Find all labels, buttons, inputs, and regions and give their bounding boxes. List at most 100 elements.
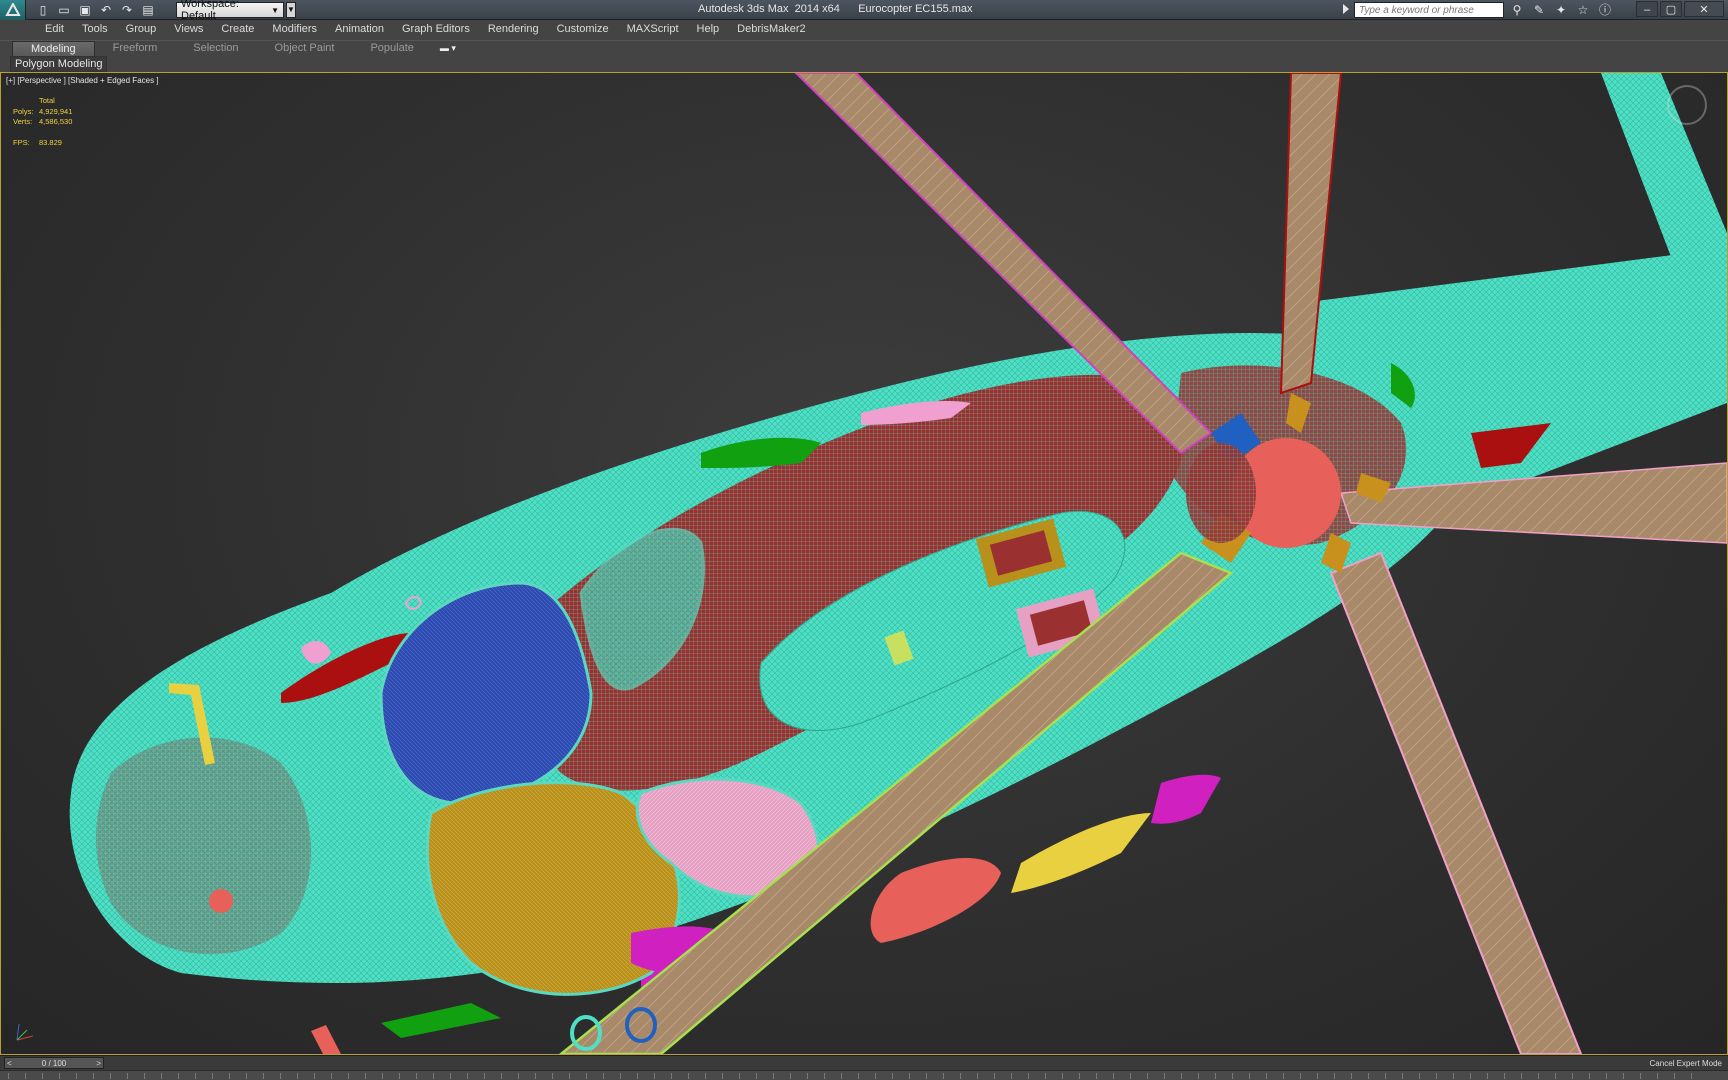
frame-tick — [1470, 1073, 1471, 1079]
menu-item-graph-editors[interactable]: Graph Editors — [393, 20, 479, 40]
tab-selection[interactable]: Selection — [175, 41, 256, 57]
menu-item-create[interactable]: Create — [212, 20, 263, 40]
frame-tick — [722, 1073, 723, 1079]
frame-tick — [110, 1073, 111, 1079]
menu-item-rendering[interactable]: Rendering — [479, 20, 548, 40]
frame-tick — [178, 1073, 179, 1079]
frame-tick — [1657, 1073, 1658, 1079]
frame-tick — [858, 1073, 859, 1079]
tab-freeform[interactable]: Freeform — [95, 41, 176, 57]
workspace-dropdown[interactable]: Workspace: Default ▼ — [176, 0, 284, 22]
time-slider-next-icon[interactable]: > — [96, 1059, 101, 1068]
frame-tick — [263, 1073, 264, 1079]
frame-tick — [637, 1073, 638, 1079]
tools-icon[interactable]: ✎ — [1530, 2, 1548, 18]
redo-icon[interactable]: ↷ — [118, 2, 136, 18]
viewport-label[interactable]: [+] [Perspective ] [Shaded + Edged Faces… — [6, 76, 159, 85]
menu-item-customize[interactable]: Customize — [548, 20, 618, 40]
menu-item-animation[interactable]: Animation — [326, 20, 393, 40]
frame-tick — [1011, 1073, 1012, 1079]
stats-polys-row: Polys: 4,929,941 — [13, 107, 72, 118]
frame-tick — [42, 1073, 43, 1079]
frame-tick — [76, 1073, 77, 1079]
frame-tick — [892, 1073, 893, 1079]
frame-tick — [1691, 1073, 1692, 1079]
time-slider-prev-icon[interactable]: < — [7, 1059, 12, 1068]
frame-tick — [1079, 1073, 1080, 1079]
frame-tick — [1028, 1073, 1029, 1079]
menu-item-debrismaker2[interactable]: DebrisMaker2 — [728, 20, 814, 40]
stats-verts-row: Verts: 4,586,530 — [13, 117, 72, 128]
stats-fps-label: FPS: — [13, 137, 30, 147]
stats-header: Total — [39, 96, 55, 105]
binoculars-icon[interactable]: ⚲ — [1508, 2, 1526, 18]
star-icon[interactable]: ✦ — [1552, 2, 1570, 18]
frame-tick — [246, 1073, 247, 1079]
frame-tick — [569, 1073, 570, 1079]
frame-tick — [1334, 1073, 1335, 1079]
frame-tick — [977, 1073, 978, 1079]
menu-item-help[interactable]: Help — [688, 20, 729, 40]
tab-object-paint[interactable]: Object Paint — [257, 41, 353, 57]
menu-item-maxscript[interactable]: MAXScript — [618, 20, 688, 40]
polygon-modeling-panel[interactable]: Polygon Modeling — [10, 56, 108, 72]
frame-tick — [790, 1073, 791, 1079]
ribbon: Modeling Freeform Selection Object Paint Pop… — [0, 40, 1728, 72]
maximize-button[interactable]: ▢ — [1660, 1, 1682, 17]
frame-tick — [212, 1073, 213, 1079]
frame-tick — [1147, 1073, 1148, 1079]
track-bar[interactable] — [0, 1070, 1728, 1080]
cancel-expert-mode-button[interactable]: Cancel Expert Mode — [1650, 1059, 1722, 1068]
frame-tick — [1113, 1073, 1114, 1079]
frame-tick — [161, 1073, 162, 1079]
help-icon[interactable]: ⓘ — [1596, 2, 1614, 18]
file-name: Eurocopter EC155.max — [858, 3, 973, 15]
frame-tick — [756, 1073, 757, 1079]
close-button[interactable]: ✕ — [1684, 1, 1724, 17]
menu-item-edit[interactable]: Edit — [36, 20, 73, 40]
frame-tick — [824, 1073, 825, 1079]
save-icon[interactable]: ▣ — [76, 2, 94, 18]
frame-tick — [229, 1073, 230, 1079]
frame-tick — [705, 1073, 706, 1079]
frame-tick — [926, 1073, 927, 1079]
frame-tick — [552, 1073, 553, 1079]
menu-item-views[interactable]: Views — [165, 20, 212, 40]
frame-tick — [1300, 1073, 1301, 1079]
frame-tick — [1062, 1073, 1063, 1079]
search-expand-icon[interactable] — [1343, 4, 1349, 14]
frame-tick — [1487, 1073, 1488, 1079]
frame-tick — [688, 1073, 689, 1079]
minimize-button[interactable]: – — [1636, 1, 1658, 17]
frame-tick — [739, 1073, 740, 1079]
time-slider[interactable]: < 0 / 100 > — [4, 1057, 104, 1069]
new-icon[interactable]: ▯ — [34, 2, 52, 18]
open-icon[interactable]: ▭ — [55, 2, 73, 18]
frame-tick — [93, 1073, 94, 1079]
ribbon-options-icon[interactable]: ▬ ▾ — [432, 41, 464, 57]
frame-tick — [25, 1073, 26, 1079]
menu-item-tools[interactable]: Tools — [73, 20, 117, 40]
frame-tick — [603, 1073, 604, 1079]
undo-icon[interactable]: ↶ — [97, 2, 115, 18]
favorites-icon[interactable]: ☆ — [1574, 2, 1592, 18]
viewcube-icon[interactable] — [1667, 85, 1707, 125]
menu-item-group[interactable]: Group — [117, 20, 166, 40]
frame-tick — [484, 1073, 485, 1079]
stats-polys-value: 4,929,941 — [39, 106, 73, 116]
frame-tick — [365, 1073, 366, 1079]
stats-spacer — [13, 128, 72, 138]
frame-tick — [807, 1073, 808, 1079]
app-menu-button[interactable] — [0, 0, 26, 20]
quick-access-customize-button[interactable]: ▼ — [286, 2, 296, 18]
project-icon[interactable]: ▤ — [139, 2, 157, 18]
frame-tick — [1674, 1073, 1675, 1079]
perspective-viewport[interactable]: [+] [Perspective ] [Shaded + Edged Faces… — [0, 72, 1728, 1055]
menu-item-modifiers[interactable]: Modifiers — [263, 20, 326, 40]
frame-tick — [127, 1073, 128, 1079]
tab-populate[interactable]: Populate — [352, 41, 431, 57]
menu-bar: Edit Tools Group Views Create Modifiers Animat… — [0, 20, 1728, 40]
stats-verts-label: Verts: — [13, 117, 33, 126]
tab-modeling[interactable]: Modeling — [12, 41, 95, 57]
search-input[interactable]: Type a keyword or phrase — [1354, 2, 1504, 18]
